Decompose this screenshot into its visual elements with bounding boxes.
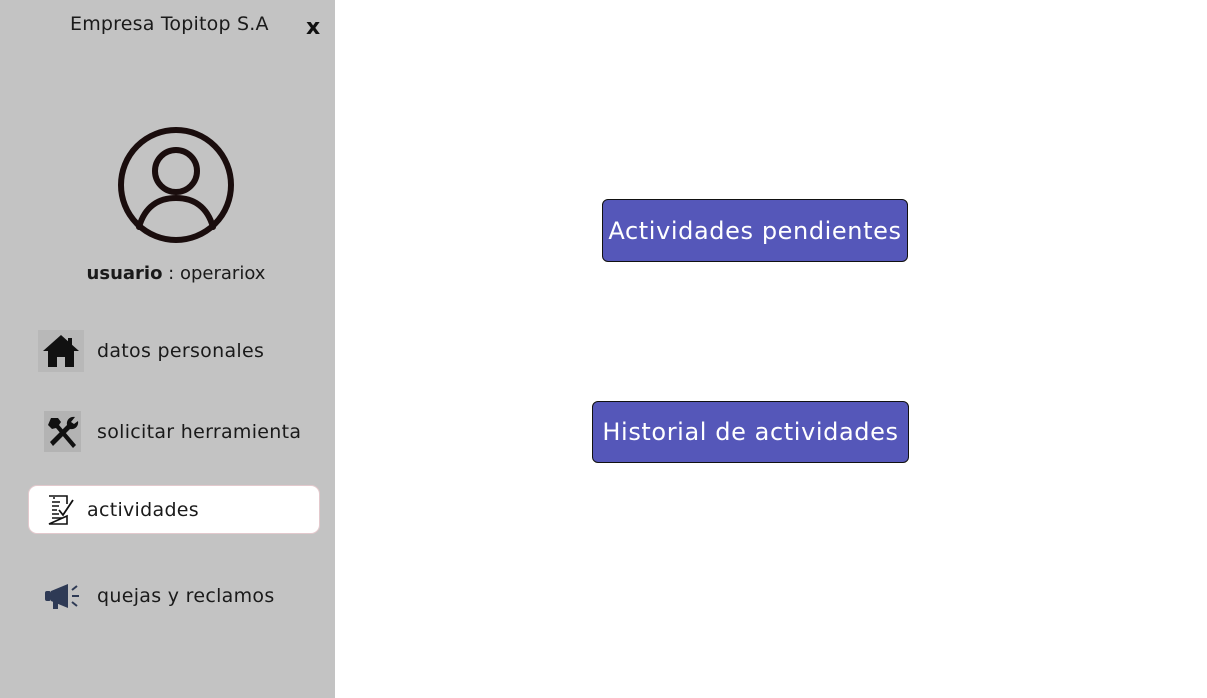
user-name: operariox <box>179 263 266 284</box>
sidebar-item-label: solicitar herramienta <box>97 420 302 443</box>
sidebar-item-actividades[interactable]: actividades <box>28 485 320 534</box>
sidebar-item-solicitar-herramienta[interactable]: solicitar herramienta <box>44 411 301 452</box>
sidebar-item-label: quejas y reclamos <box>97 585 275 607</box>
sidebar: Empresa Topitop S.A x usuario : operario… <box>0 0 335 698</box>
close-icon[interactable]: x <box>306 15 320 40</box>
user-avatar-icon <box>118 127 234 243</box>
pending-activities-button[interactable]: Actividades pendientes <box>602 199 908 262</box>
sidebar-item-datos-personales[interactable]: datos personales <box>38 330 264 372</box>
user-label: usuario <box>86 263 163 284</box>
company-name: Empresa Topitop S.A <box>70 13 269 35</box>
megaphone-icon <box>44 578 82 614</box>
task-checklist-icon <box>46 494 76 526</box>
home-icon <box>38 330 84 372</box>
tools-icon <box>44 411 81 452</box>
sidebar-item-quejas-reclamos[interactable]: quejas y reclamos <box>44 578 275 614</box>
sidebar-item-label: actividades <box>87 498 199 521</box>
user-separator: : <box>162 263 180 284</box>
user-info: usuario : operariox <box>0 263 352 284</box>
activity-history-button[interactable]: Historial de actividades <box>592 401 909 463</box>
sidebar-item-label: datos personales <box>97 340 265 362</box>
